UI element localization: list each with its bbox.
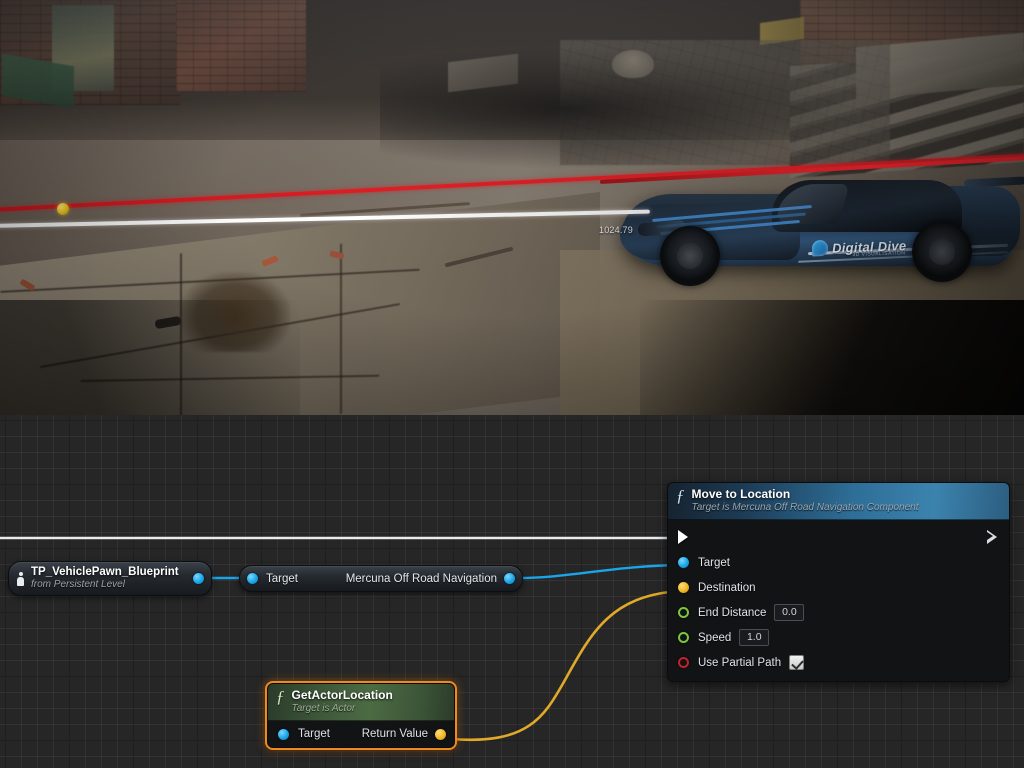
node-subtitle: Target is Mercuna Off Road Navigation Co… xyxy=(692,501,919,514)
node-content: Target Mercuna Off Road Navigation xyxy=(240,566,522,591)
node-title: TP_VehiclePawn_Blueprint xyxy=(31,566,191,579)
pin-row-use-partial-path: Use Partial Path xyxy=(668,650,1009,675)
node-subtitle: from Persistent Level xyxy=(31,579,191,591)
unreal-editor-window: Digital Dive 3D VISUALISATION 1024.79 xyxy=(0,0,1024,768)
exec-in-pin-icon[interactable] xyxy=(678,530,688,544)
actor-icon xyxy=(16,572,25,586)
pin-label-target: Target xyxy=(266,573,298,585)
blueprint-event-graph[interactable]: ƒ Move to Location Target is Mercuna Off… xyxy=(0,415,1024,768)
pin-row-destination: Destination xyxy=(668,575,1009,600)
node-get-actor-location[interactable]: ƒ GetActorLocation Target is Actor Targe… xyxy=(267,683,455,748)
pin-label: Speed xyxy=(698,632,731,644)
node-mercuna-off-road-navigation[interactable]: Target Mercuna Off Road Navigation xyxy=(239,565,523,592)
pin-row-end-distance: End Distance 0.0 xyxy=(668,600,1009,625)
object-output-pin-icon[interactable] xyxy=(193,573,204,584)
speed-input[interactable]: 1.0 xyxy=(739,629,769,646)
object-pin-icon[interactable] xyxy=(678,557,689,568)
pin-row-target: Target xyxy=(668,550,1009,575)
pin-label: End Distance xyxy=(698,607,766,619)
function-icon: ƒ xyxy=(676,488,685,503)
node-content: TP_VehiclePawn_Blueprint from Persistent… xyxy=(9,562,211,595)
node-header: ƒ Move to Location Target is Mercuna Off… xyxy=(668,483,1009,520)
exec-pin-row xyxy=(668,523,1009,550)
node-value-label: Mercuna Off Road Navigation xyxy=(346,573,497,585)
function-icon: ƒ xyxy=(276,689,285,704)
object-input-pin-icon[interactable] xyxy=(247,573,258,584)
use-partial-path-checkbox[interactable] xyxy=(789,655,804,670)
node-vehicle-pawn-reference[interactable]: TP_VehiclePawn_Blueprint from Persistent… xyxy=(8,561,212,596)
object-output-pin-icon[interactable] xyxy=(504,573,515,584)
node-title: Move to Location xyxy=(692,487,919,501)
vector-pin-icon[interactable] xyxy=(678,582,689,593)
pin-label: Destination xyxy=(698,582,756,594)
node-header: ƒ GetActorLocation Target is Actor xyxy=(268,684,454,721)
vector-output-pin-icon[interactable] xyxy=(435,729,446,740)
pin-label: Use Partial Path xyxy=(698,657,781,669)
pin-label: Target xyxy=(698,557,730,569)
scene-vignette xyxy=(0,0,1024,415)
node-body: Target Return Value xyxy=(268,721,454,747)
pin-label-return: Return Value xyxy=(362,728,428,740)
object-pin-icon[interactable] xyxy=(278,729,289,740)
pin-label: Target xyxy=(298,728,330,740)
node-body: Target Destination End Distance 0.0 Spee… xyxy=(668,520,1009,681)
pin-row-speed: Speed 1.0 xyxy=(668,625,1009,650)
boolean-pin-icon[interactable] xyxy=(678,657,689,668)
exec-out-pin-icon[interactable] xyxy=(987,530,997,544)
float-pin-icon[interactable] xyxy=(678,607,689,618)
node-move-to-location[interactable]: ƒ Move to Location Target is Mercuna Off… xyxy=(667,482,1010,682)
end-distance-input[interactable]: 0.0 xyxy=(774,604,804,621)
node-subtitle: Target is Actor xyxy=(292,702,393,715)
float-pin-icon[interactable] xyxy=(678,632,689,643)
level-viewport[interactable]: Digital Dive 3D VISUALISATION 1024.79 xyxy=(0,0,1024,415)
node-title: GetActorLocation xyxy=(292,688,393,702)
pin-row-get-actor-location: Target Return Value xyxy=(268,721,454,747)
